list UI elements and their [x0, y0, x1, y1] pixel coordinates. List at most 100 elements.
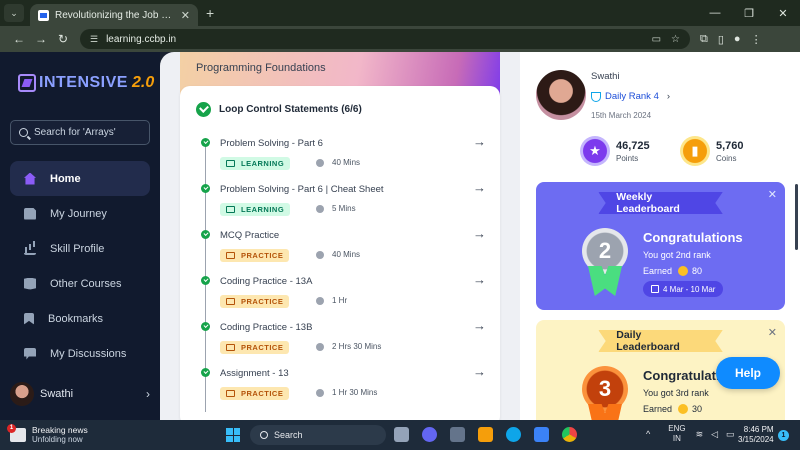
list-item[interactable]: Problem Solving - Part 6 | Cheat Sheet L…	[196, 180, 486, 230]
avatar	[536, 70, 586, 120]
taskbar-clock[interactable]: 8:46 PM 3/15/2024	[738, 425, 774, 445]
battery-icon[interactable]: ▭	[726, 429, 735, 440]
sidebar-search-input[interactable]: Search for 'Arrays'	[10, 120, 150, 145]
trophy-icon	[591, 91, 601, 102]
list-item[interactable]: Problem Solving - Part 6 LEARNING 40 Min…	[196, 134, 486, 184]
search-placeholder: Search for 'Arrays'	[34, 127, 116, 138]
extensions-icon[interactable]: ⧉	[700, 33, 708, 46]
taskbar-search-input[interactable]: Search	[250, 425, 386, 445]
language-indicator[interactable]: ENG IN	[668, 424, 685, 444]
browser-tab-active[interactable]: Revolutionizing the Job Market ✕	[30, 4, 198, 26]
sidebar-item-bookmarks[interactable]: Bookmarks	[10, 301, 150, 336]
weekly-leaderboard-card[interactable]: Weekly Leaderboard ✕ 2 Congratulations Y…	[536, 182, 785, 310]
reload-icon[interactable]: ↻	[52, 32, 74, 46]
close-window-icon[interactable]: ✕	[766, 0, 800, 26]
calendar-icon	[651, 285, 659, 293]
item-name: Problem Solving - Part 6 | Cheat Sheet	[220, 184, 384, 195]
book-icon	[24, 277, 36, 290]
item-name: Coding Practice - 13B	[220, 322, 313, 333]
bookmark-icon	[24, 312, 34, 325]
arrow-right-icon[interactable]: →	[473, 364, 486, 379]
news-widget[interactable]: 1 Breaking news Unfolding now	[7, 423, 88, 444]
forward-icon[interactable]: →	[30, 32, 52, 46]
tab-search-dropdown[interactable]: ⌄	[4, 4, 24, 22]
sidebar-item-my-discussions[interactable]: My Discussions	[10, 336, 150, 371]
volume-icon[interactable]: ◁	[711, 429, 718, 440]
close-icon[interactable]: ✕	[768, 326, 777, 339]
minimize-icon[interactable]: —	[698, 0, 732, 26]
arrow-right-icon[interactable]: →	[473, 134, 486, 149]
chevron-up-icon[interactable]: ^	[646, 429, 650, 439]
new-tab-icon[interactable]: +	[206, 5, 214, 21]
logo-text: INTENSIVE	[39, 74, 128, 91]
coins-value: 5,760	[716, 139, 744, 152]
notification-badge[interactable]: 1	[778, 430, 789, 441]
topic-header[interactable]: Loop Control Statements (6/6)	[196, 102, 362, 117]
restore-icon[interactable]: ❐	[732, 0, 766, 26]
profile-icon[interactable]: ●	[734, 33, 741, 46]
clock-icon	[316, 343, 324, 351]
url-text: learning.ccbp.in	[106, 33, 177, 45]
course-title: Programming Foundations	[196, 62, 326, 74]
wifi-icon[interactable]: ≋	[696, 429, 704, 440]
clock-icon	[316, 389, 324, 397]
sidebar-item-skill-profile[interactable]: Skill Profile	[10, 231, 150, 266]
browser-tab-bar: ⌄ Revolutionizing the Job Market ✕ + — ❐…	[0, 0, 800, 26]
edge-icon[interactable]	[506, 427, 521, 442]
windows-start-icon[interactable]	[226, 428, 240, 442]
site-info-icon[interactable]: ☰	[90, 34, 98, 45]
logo-mark-icon	[18, 74, 36, 92]
arrow-right-icon[interactable]: →	[473, 226, 486, 241]
item-duration: 40 Mins	[332, 250, 361, 259]
task-view-icon[interactable]	[394, 427, 409, 442]
completed-check-icon	[196, 102, 211, 117]
congratulations-heading: Congratulations	[643, 230, 743, 245]
arrow-right-icon[interactable]: →	[473, 318, 486, 333]
news-icon: 1	[7, 423, 26, 442]
sidebar-item-label: Home	[50, 172, 81, 185]
coin-icon	[678, 404, 689, 414]
teams-icon[interactable]	[422, 427, 437, 442]
profile-name: Swathi	[591, 71, 620, 82]
bookmark-star-icon[interactable]: ☆	[671, 34, 680, 45]
item-type-badge: PRACTICE	[220, 341, 290, 354]
file-explorer-icon[interactable]	[478, 427, 493, 442]
list-item[interactable]: Coding Practice - 13B PRACTICE 2 Hrs 30 …	[196, 318, 486, 368]
completed-check-icon	[201, 368, 210, 377]
browser-toolbar: ← → ↻ ☰ learning.ccbp.in ▭ ☆ ⧉ ▯ ● ⋮	[0, 26, 800, 52]
list-item[interactable]: MCQ Practice PRACTICE 40 Mins →	[196, 226, 486, 276]
sidebar-item-home[interactable]: Home	[10, 161, 150, 196]
tab-title: Revolutionizing the Job Market	[55, 9, 175, 21]
date-range-pill: 4 Mar - 10 Mar	[643, 281, 724, 297]
avatar	[10, 382, 34, 406]
scrollbar-thumb[interactable]	[795, 184, 798, 250]
side-panel-icon[interactable]: ▯	[718, 33, 724, 46]
item-type-badge: LEARNING	[220, 157, 291, 170]
item-name: Coding Practice - 13A	[220, 276, 313, 287]
intensive-logo[interactable]: INTENSIVE 2.0	[18, 74, 154, 92]
close-tab-icon[interactable]: ✕	[181, 9, 190, 22]
cast-icon[interactable]: ▭	[652, 34, 661, 45]
browser-menu-icon[interactable]: ⋮	[751, 33, 762, 46]
coins-icon: ▮	[680, 136, 710, 166]
app-icon[interactable]	[450, 427, 465, 442]
rank-message: You got 2nd rank	[643, 250, 711, 260]
arrow-right-icon[interactable]: →	[473, 272, 486, 287]
chrome-icon[interactable]	[562, 427, 577, 442]
arrow-right-icon[interactable]: →	[473, 180, 486, 195]
sidebar-profile[interactable]: Swathi ›	[10, 382, 150, 406]
sidebar-item-my-journey[interactable]: My Journey	[10, 196, 150, 231]
back-icon[interactable]: ←	[8, 32, 30, 46]
daily-rank-link[interactable]: Daily Rank 4 ›	[591, 91, 670, 102]
item-type-badge: PRACTICE	[220, 295, 290, 308]
sidebar-item-label: Skill Profile	[50, 242, 105, 255]
sidebar-item-other-courses[interactable]: Other Courses	[10, 266, 150, 301]
address-bar[interactable]: ☰ learning.ccbp.in ▭ ☆	[80, 29, 690, 49]
close-icon[interactable]: ✕	[768, 188, 777, 201]
taskbar-apps	[394, 427, 577, 442]
list-item[interactable]: Assignment - 13 PRACTICE 1 Hr 30 Mins →	[196, 364, 486, 414]
news-subtitle: Unfolding now	[32, 435, 83, 444]
store-icon[interactable]	[534, 427, 549, 442]
list-item[interactable]: Coding Practice - 13A PRACTICE 1 Hr →	[196, 272, 486, 322]
help-button[interactable]: Help	[716, 357, 780, 389]
